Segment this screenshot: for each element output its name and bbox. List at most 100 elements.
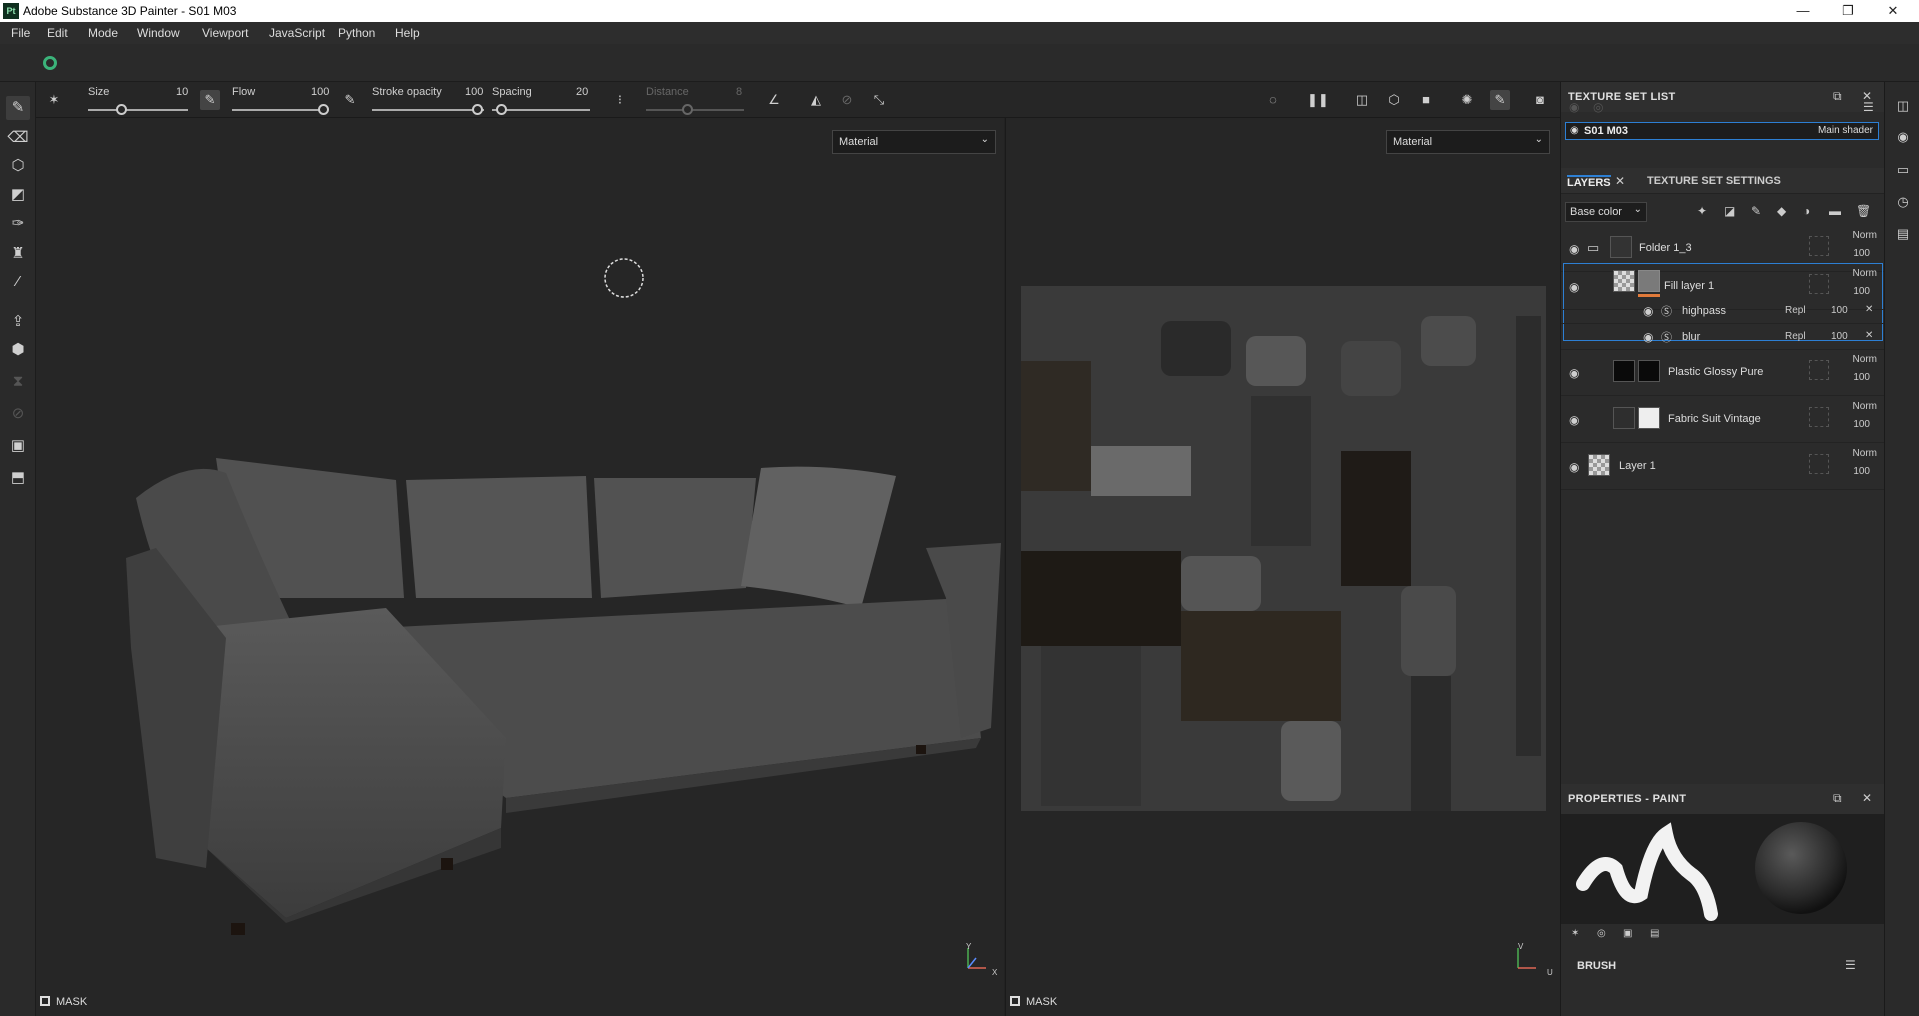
package-icon[interactable]: ⬒ [6, 466, 30, 490]
eye-icon[interactable]: ◉ [1569, 413, 1579, 427]
cube-view-icon[interactable]: ⬡ [1384, 90, 1404, 110]
history-icon[interactable]: ◷ [1893, 192, 1913, 212]
flow-slider[interactable] [232, 109, 328, 111]
brush-tip-icon[interactable]: ✶ [1571, 928, 1579, 939]
menu-javascript[interactable]: JavaScript [269, 26, 325, 40]
polygon-fill-icon[interactable]: ◩ [6, 183, 30, 207]
spacing-value[interactable]: 20 [576, 86, 588, 98]
layer-opacity[interactable]: 100 [1853, 419, 1870, 430]
remove-effect-icon[interactable]: ✕ [1865, 330, 1873, 341]
menu-python[interactable]: Python [338, 26, 375, 40]
angle-icon[interactable]: ∠ [764, 90, 784, 110]
bake-icon[interactable]: ⇪ [6, 310, 30, 334]
float-panel-icon[interactable]: ⧉ [1833, 89, 1842, 104]
layer-opacity[interactable]: 100 [1853, 466, 1870, 477]
menu-help[interactable]: Help [395, 26, 420, 40]
close-tab-icon[interactable]: ✕ [1615, 174, 1625, 188]
viewport-3d-mask[interactable]: MASK [40, 996, 87, 1008]
viewport-2d-material-select[interactable]: Material ⌄ [1386, 130, 1550, 154]
paint-brush-icon[interactable]: ✎ [6, 96, 30, 120]
layer-mask-slot[interactable] [1809, 454, 1829, 474]
brush-menu-icon[interactable]: ☰ [1845, 958, 1856, 972]
minimize-button[interactable]: — [1783, 2, 1823, 20]
stencil-icon[interactable]: ▣ [1623, 928, 1632, 939]
visibility-all-icon[interactable]: ◉ [1569, 100, 1579, 114]
paint-mode-icon[interactable]: ✎ [1490, 90, 1510, 110]
eye-icon[interactable]: ◉ [1643, 330, 1653, 344]
flow-value[interactable]: 100 [311, 86, 329, 98]
display-settings-icon[interactable]: ◫ [1893, 96, 1913, 116]
layer-mask-slot[interactable] [1809, 360, 1829, 380]
hourglass-icon[interactable]: ⧗ [6, 370, 30, 394]
geometry-icon[interactable]: ⬢ [6, 338, 30, 362]
export-icon[interactable]: ▣ [6, 434, 30, 458]
eye-icon[interactable]: ◉ [1569, 460, 1579, 474]
delete-layer-icon[interactable]: 🗑 [1856, 204, 1871, 218]
effect-opacity[interactable]: 100 [1831, 331, 1848, 342]
shelf-icon[interactable]: ▭ [1893, 160, 1913, 180]
viewport-3d[interactable]: Material ⌄ Y X MASK [36, 118, 1004, 1016]
add-effect-icon[interactable]: ✦ [1697, 204, 1707, 218]
refresh-ring-icon[interactable] [43, 56, 57, 70]
maximize-button[interactable]: ❐ [1828, 2, 1868, 20]
projection-icon[interactable]: ⬡ [6, 154, 30, 178]
layer-row-layer1[interactable]: ◉ Layer 1 Norm 100 [1561, 444, 1885, 490]
remove-effect-icon[interactable]: ✕ [1865, 304, 1873, 315]
stroke-opacity-slider[interactable] [372, 109, 484, 111]
layer-mask-slot[interactable] [1809, 407, 1829, 427]
spacing-slider-knob[interactable] [496, 104, 507, 115]
size-slider[interactable] [88, 109, 188, 111]
effect-opacity[interactable]: 100 [1831, 305, 1848, 316]
symmetry-icon[interactable]: ◭ [806, 90, 826, 110]
add-smart-material-icon[interactable]: ◑ [1803, 204, 1810, 218]
mask-checkbox[interactable] [1010, 996, 1020, 1006]
brush-preset-icon[interactable]: ✶ [44, 90, 64, 110]
log-icon[interactable]: ▤ [1893, 224, 1913, 244]
distance-value[interactable]: 8 [736, 86, 742, 98]
size-value[interactable]: 10 [176, 86, 188, 98]
menu-viewport[interactable]: Viewport [202, 26, 248, 40]
layer-opacity[interactable]: 100 [1853, 372, 1870, 383]
layer-mask-slot[interactable] [1809, 274, 1829, 294]
tab-layers[interactable]: LAYERS [1567, 175, 1611, 189]
visibility-toggle-icon[interactable]: ◎ [1593, 100, 1603, 114]
pen-pressure-flow-icon[interactable]: ✎ [340, 90, 360, 110]
viewport-2d-mask[interactable]: MASK [1010, 996, 1057, 1008]
transform-icon[interactable]: ⤡ [869, 90, 889, 110]
color-picker-icon[interactable]: ⁄ [6, 270, 30, 294]
texture-set-item[interactable]: ◉ S01 M03 Main shader [1565, 122, 1879, 140]
layer-blend-mode[interactable]: Norm [1853, 268, 1877, 279]
menu-window[interactable]: Window [137, 26, 180, 40]
layer-row-fabric[interactable]: ◉ Fabric Suit Vintage Norm 100 [1561, 397, 1885, 443]
symmetry-disabled-icon[interactable]: ⊘ [837, 90, 857, 110]
screenshot-icon[interactable]: ◙ [1530, 90, 1550, 110]
add-folder-icon[interactable]: ▬ [1829, 204, 1841, 218]
layer-row-plastic[interactable]: ◉ Plastic Glossy Pure Norm 100 [1561, 350, 1885, 396]
effect-row-blur[interactable]: ◉ Ⓢ blur Repl 100 ✕ [1561, 324, 1885, 350]
viewport-3d-material-select[interactable]: Material ⌄ [832, 130, 996, 154]
distance-slider-knob[interactable] [682, 104, 693, 115]
stroke-opacity-knob[interactable] [472, 104, 483, 115]
distance-slider[interactable] [646, 109, 744, 111]
layer-mask-slot[interactable] [1809, 236, 1829, 256]
layer-blend-mode[interactable]: Norm [1853, 448, 1877, 459]
close-button[interactable]: ✕ [1873, 2, 1913, 20]
smudge-icon[interactable]: ✑ [6, 212, 30, 236]
stroke-opacity-value[interactable]: 100 [465, 86, 483, 98]
uv-texture-map[interactable] [1021, 286, 1546, 811]
layer-blend-mode[interactable]: Norm [1853, 354, 1877, 365]
tab-texture-set-settings[interactable]: TEXTURE SET SETTINGS [1647, 175, 1781, 187]
layer-opacity[interactable]: 100 [1853, 286, 1870, 297]
hide-icon[interactable]: ◌ [1263, 90, 1283, 110]
effect-blend-mode[interactable]: Repl [1785, 305, 1806, 316]
close-panel-icon[interactable]: ✕ [1862, 791, 1872, 805]
clone-stamp-icon[interactable]: ♜ [6, 242, 30, 266]
material-icon[interactable]: ▤ [1650, 928, 1659, 939]
eye-icon[interactable]: ◉ [1643, 304, 1653, 318]
alpha-icon[interactable]: ◎ [1597, 928, 1606, 939]
pen-pressure-size-icon[interactable]: ✎ [200, 90, 220, 110]
channel-select[interactable]: Base color ⌄ [1565, 202, 1647, 222]
menu-mode[interactable]: Mode [88, 26, 118, 40]
menu-edit[interactable]: Edit [47, 26, 68, 40]
eye-icon[interactable]: ◉ [1569, 366, 1579, 380]
